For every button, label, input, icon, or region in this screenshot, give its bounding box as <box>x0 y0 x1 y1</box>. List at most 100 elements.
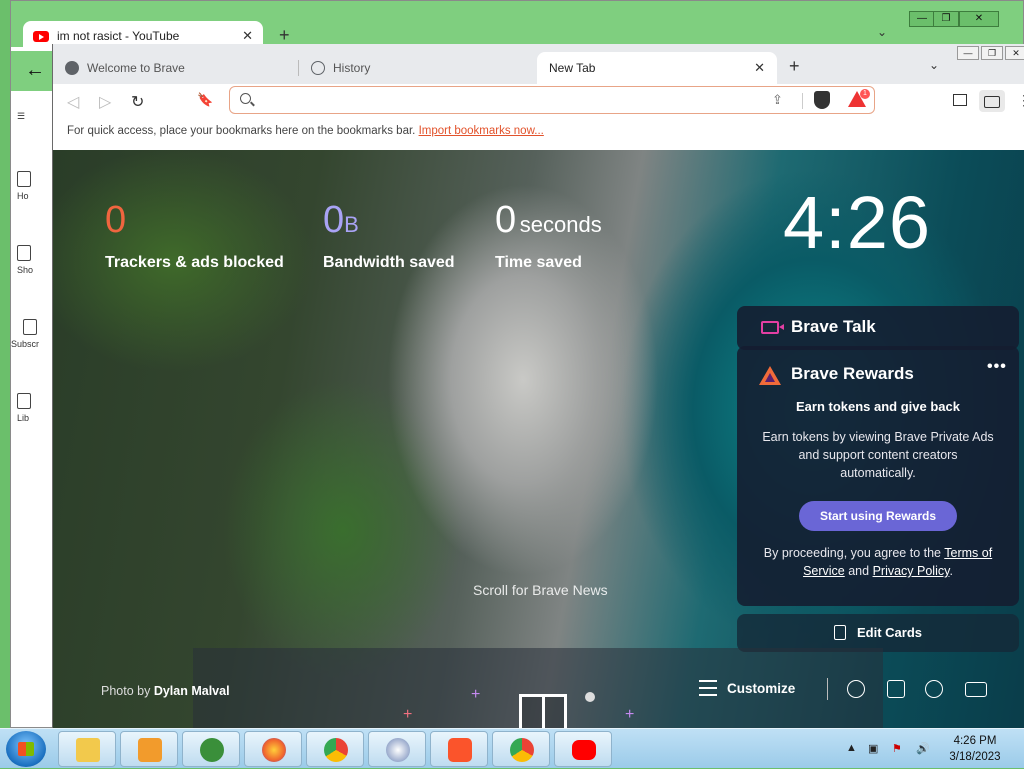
forward-icon[interactable]: ▷ <box>99 92 111 112</box>
maximize-button[interactable]: ❐ <box>933 11 959 27</box>
rewards-terms: By proceeding, you agree to the Terms of… <box>751 544 1005 580</box>
chevron-down-icon[interactable]: ⌄ <box>877 25 887 39</box>
maximize-button[interactable]: ❐ <box>981 46 1003 60</box>
tab-welcome[interactable]: Welcome to Brave <box>53 52 299 84</box>
brave-talk-icon[interactable] <box>965 682 987 697</box>
home-icon <box>17 171 31 187</box>
divider <box>802 93 803 109</box>
chrome-b-icon <box>510 738 534 762</box>
customize-button[interactable]: Customize <box>699 680 795 696</box>
system-clock[interactable]: 4:26 PM 3/18/2023 <box>940 733 1010 765</box>
more-options-icon[interactable]: ••• <box>987 358 1007 376</box>
stat-unit: B <box>344 212 359 237</box>
bookmarks-hint: For quick access, place your bookmarks h… <box>67 125 416 137</box>
taskbar-youtube[interactable] <box>554 731 612 767</box>
terms-suffix: . <box>949 564 953 578</box>
brave-talk-card[interactable]: Brave Talk <box>737 306 1019 350</box>
scroll-for-news[interactable]: Scroll for Brave News <box>473 582 608 598</box>
show-hidden-icons[interactable]: ▲ <box>846 742 857 754</box>
sidebar-item-library[interactable]: Lib <box>17 393 31 423</box>
tab-new-tab[interactable]: New Tab ✕ <box>537 52 777 84</box>
sidebar-label: Subscr <box>11 339 40 349</box>
sidebar-label: Sho <box>17 265 34 275</box>
address-input[interactable] <box>260 91 740 109</box>
import-bookmarks-link[interactable]: Import bookmarks now... <box>419 125 544 137</box>
video-camera-icon <box>761 321 784 334</box>
address-bar[interactable]: ⇪ 1 <box>229 86 875 114</box>
network-icon[interactable]: ▣ <box>868 742 878 755</box>
taskbar-paint[interactable] <box>368 731 426 767</box>
new-tab-page: 0 Trackers & ads blocked 0B Bandwidth sa… <box>53 150 1024 728</box>
sidebar-item-home[interactable]: Ho <box>17 171 31 201</box>
start-rewards-button[interactable]: Start using Rewards <box>799 501 957 531</box>
menu-icon: ☰ <box>17 111 26 121</box>
settings-icon[interactable] <box>847 680 865 698</box>
brave-window: Welcome to Brave History New Tab ✕ + ⌄ —… <box>52 44 1024 728</box>
rewards-subtitle: Earn tokens and give back <box>795 399 960 414</box>
tab-label: Welcome to Brave <box>87 61 185 75</box>
shorts-icon <box>17 245 31 261</box>
action-center-icon[interactable]: ⚑ <box>892 742 902 755</box>
sidebar-item-subscriptions[interactable]: Subscr <box>11 319 39 349</box>
firefox-icon <box>262 738 286 762</box>
edit-cards-icon <box>834 625 846 640</box>
brave-lion-icon <box>65 61 79 75</box>
edit-cards-button[interactable]: Edit Cards <box>737 614 1019 652</box>
sparkle-icon: + <box>471 686 481 703</box>
close-window-button[interactable]: ✕ <box>959 11 999 27</box>
bookmarks-icon[interactable] <box>887 680 905 698</box>
stat-label: Trackers & ads blocked <box>105 254 284 271</box>
clock-time: 4:26 PM <box>953 735 997 747</box>
taskbar-brave[interactable] <box>430 731 488 767</box>
stat-value: 0 <box>495 199 517 241</box>
stat-trackers: 0 Trackers & ads blocked <box>105 200 284 272</box>
taskbar-file-explorer[interactable] <box>58 731 116 767</box>
new-tab-button[interactable]: + <box>279 25 290 46</box>
minimize-button[interactable]: — <box>957 46 979 60</box>
sidebar-item-shorts[interactable]: Sho <box>17 245 33 275</box>
subscriptions-icon <box>23 319 37 335</box>
youtube-icon <box>572 740 596 760</box>
close-icon[interactable]: ✕ <box>242 28 253 44</box>
brave-talk-title: Brave Talk <box>791 317 876 336</box>
close-window-button[interactable]: ✕ <box>1005 46 1024 60</box>
brave-news-icon[interactable] <box>519 694 567 728</box>
stat-label: Bandwidth saved <box>323 254 455 271</box>
brave-shields-icon[interactable] <box>814 91 830 109</box>
new-tab-button[interactable]: + <box>789 56 800 77</box>
photographer-name[interactable]: Dylan Malval <box>154 684 230 698</box>
back-arrow-icon[interactable]: ← <box>25 59 45 82</box>
share-icon[interactable]: ⇪ <box>772 92 783 108</box>
privacy-policy-link[interactable]: Privacy Policy <box>873 564 950 578</box>
history-icon[interactable] <box>925 680 943 698</box>
customize-label: Customize <box>727 680 796 696</box>
stat-bandwidth: 0B Bandwidth saved <box>323 200 455 272</box>
taskbar-chrome-intel[interactable] <box>306 731 364 767</box>
reload-icon[interactable]: ↻ <box>131 92 144 112</box>
taskbar-media-player[interactable] <box>120 731 178 767</box>
terms-prefix: By proceeding, you agree to the <box>763 546 945 560</box>
minimize-button[interactable]: — <box>909 11 935 27</box>
taskbar-intel-graphics[interactable] <box>182 731 240 767</box>
wallet-icon[interactable] <box>979 90 1005 112</box>
bookmark-icon[interactable]: 🔖 <box>197 92 213 108</box>
taskbar: ▲ ▣ ⚑ 🔊 4:26 PM 3/18/2023 <box>0 728 1024 768</box>
taskbar-firefox[interactable] <box>244 731 302 767</box>
menu-icon[interactable]: ⋮ <box>1017 92 1024 109</box>
sidebar-label: Ho <box>17 191 29 201</box>
close-icon[interactable]: ✕ <box>754 60 765 76</box>
tab-history[interactable]: History <box>299 52 535 84</box>
sidebar-toggle-icon[interactable] <box>953 94 967 106</box>
chevron-down-icon[interactable]: ⌄ <box>929 58 939 72</box>
divider <box>827 678 828 700</box>
back-icon[interactable]: ◁ <box>67 92 79 112</box>
taskbar-chrome-b[interactable] <box>492 731 550 767</box>
sidebar-item-home[interactable]: ☰ <box>17 111 25 122</box>
stat-label: Time saved <box>495 254 582 271</box>
clock: 4:26 <box>783 181 932 264</box>
file-explorer-icon <box>76 738 100 762</box>
paint-icon <box>386 738 410 762</box>
start-button[interactable] <box>6 731 46 767</box>
search-icon <box>240 93 251 104</box>
volume-icon[interactable]: 🔊 <box>916 742 930 755</box>
